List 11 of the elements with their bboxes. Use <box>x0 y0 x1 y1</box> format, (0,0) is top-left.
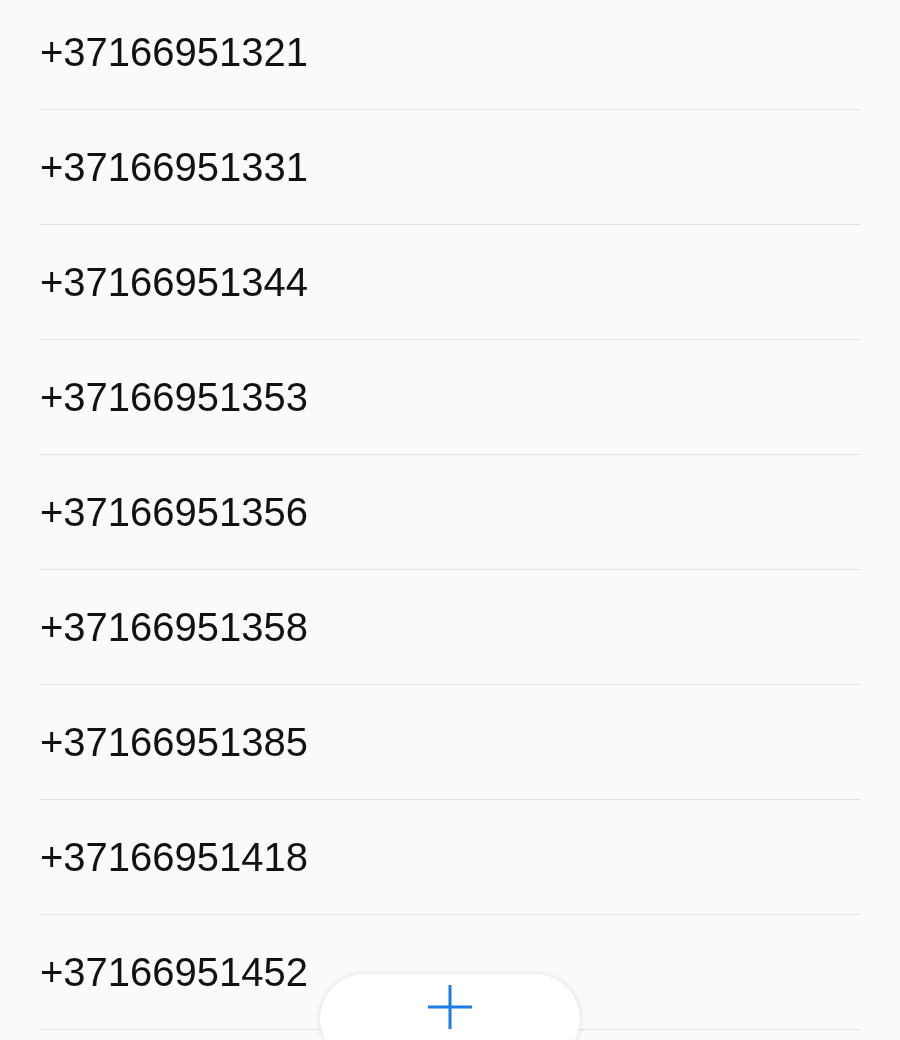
phone-number: +37166951418 <box>40 834 309 880</box>
add-button[interactable] <box>320 974 580 1040</box>
phone-number: +37166951358 <box>40 604 309 650</box>
phone-number: +37166951353 <box>40 374 309 420</box>
phone-number: +37166951385 <box>40 719 309 765</box>
phone-number: +37166951344 <box>40 259 309 305</box>
phone-number: +37166951356 <box>40 489 309 535</box>
plus-icon <box>427 984 473 1030</box>
phone-number: +37166951331 <box>40 144 309 190</box>
phone-number: +37166951452 <box>40 949 309 995</box>
phone-number: +37166951321 <box>40 29 309 75</box>
